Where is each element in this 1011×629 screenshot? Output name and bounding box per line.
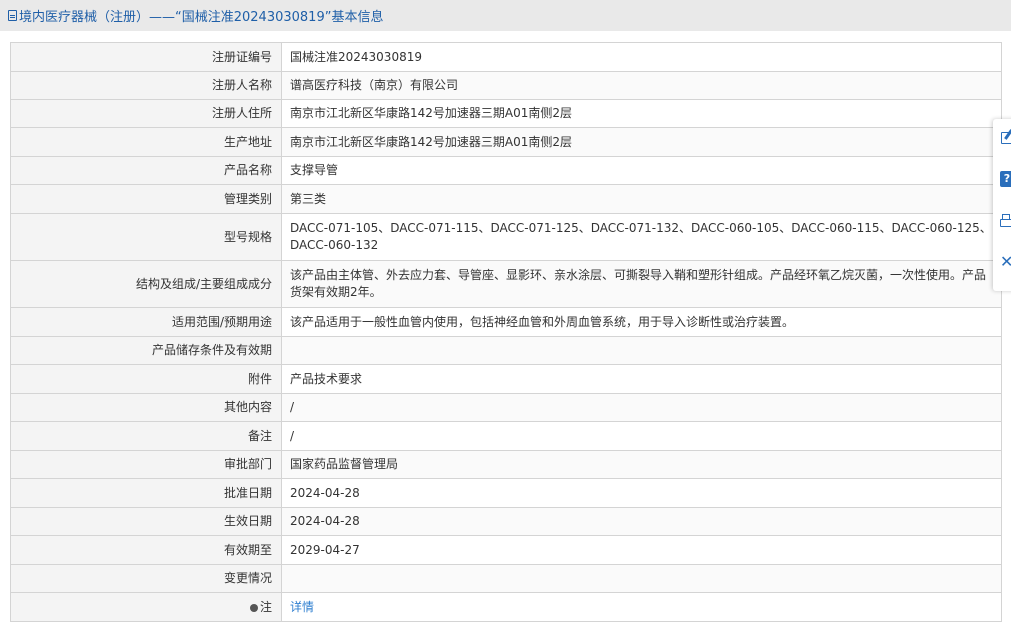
table-row: 生产地址 南京市江北新区华康路142号加速器三期A01南侧2层 xyxy=(10,127,1002,157)
table-row: 备注 / xyxy=(10,421,1002,451)
row-label: 注册证编号 xyxy=(10,42,282,72)
table-row: 生效日期 2024-04-28 xyxy=(10,507,1002,536)
document-icon xyxy=(8,10,17,21)
table-row: 适用范围/预期用途 该产品适用于一般性血管内使用，包括神经血管和外周血管系统，用… xyxy=(10,307,1002,337)
table-row: 注册人名称 谱高医疗科技（南京）有限公司 xyxy=(10,71,1002,100)
row-value xyxy=(281,336,1002,365)
row-value: / xyxy=(281,421,1002,451)
row-value: 该产品由主体管、外去应力套、导管座、显影环、亲水涂层、可撕裂导入鞘和塑形针组成。… xyxy=(281,260,1002,308)
row-value: 支撑导管 xyxy=(281,156,1002,185)
row-value: 国家药品监督管理局 xyxy=(281,450,1002,479)
page-header: 境内医疗器械（注册）——“国械注准20243030819”基本信息 xyxy=(0,0,1011,31)
row-label: 产品名称 xyxy=(10,156,282,185)
table-row: 产品名称 支撑导管 xyxy=(10,156,1002,185)
row-value: 2029-04-27 xyxy=(281,535,1002,565)
row-value: DACC-071-105、DACC-071-115、DACC-071-125、D… xyxy=(281,213,1002,261)
edit-icon[interactable] xyxy=(1000,129,1011,147)
details-link[interactable]: 详情 xyxy=(290,600,314,614)
row-value: 谱高医疗科技（南京）有限公司 xyxy=(281,71,1002,100)
table-row: 管理类别 第三类 xyxy=(10,184,1002,214)
table-row: 变更情况 xyxy=(10,564,1002,593)
table-row: 有效期至 2029-04-27 xyxy=(10,535,1002,565)
row-label: 生产地址 xyxy=(10,127,282,157)
row-label: 有效期至 xyxy=(10,535,282,565)
row-label: 结构及组成/主要组成成分 xyxy=(10,260,282,308)
row-value: 2024-04-28 xyxy=(281,507,1002,536)
row-value: 2024-04-28 xyxy=(281,478,1002,508)
row-label: 注册人住所 xyxy=(10,99,282,128)
row-value: 南京市江北新区华康路142号加速器三期A01南侧2层 xyxy=(281,99,1002,128)
row-label: 其他内容 xyxy=(10,393,282,422)
row-value: 该产品适用于一般性血管内使用，包括神经血管和外周血管系统，用于导入诊断性或治疗装… xyxy=(281,307,1002,337)
note-label-cell: 注 xyxy=(10,592,282,622)
row-label: 批准日期 xyxy=(10,478,282,508)
note-label: 注 xyxy=(259,599,272,614)
note-value-cell: 详情 xyxy=(281,592,1002,622)
print-icon[interactable] xyxy=(1000,212,1011,230)
help-glyph: ? xyxy=(1000,171,1011,187)
table-row: 注册证编号 国械注准20243030819 xyxy=(10,42,1002,72)
info-table: 注册证编号 国械注准20243030819 注册人名称 谱高医疗科技（南京）有限… xyxy=(10,42,1002,622)
table-row: 其他内容 / xyxy=(10,393,1002,422)
row-value: / xyxy=(281,393,1002,422)
row-label: 备注 xyxy=(10,421,282,451)
row-label: 注册人名称 xyxy=(10,71,282,100)
row-value: 南京市江北新区华康路142号加速器三期A01南侧2层 xyxy=(281,127,1002,157)
help-icon[interactable]: ? xyxy=(1000,171,1011,189)
row-label: 生效日期 xyxy=(10,507,282,536)
row-label: 适用范围/预期用途 xyxy=(10,307,282,337)
table-row: 注 详情 xyxy=(10,592,1002,622)
row-value: 第三类 xyxy=(281,184,1002,214)
row-label: 审批部门 xyxy=(10,450,282,479)
page-title: 境内医疗器械（注册）——“国械注准20243030819”基本信息 xyxy=(19,10,384,25)
row-value: 产品技术要求 xyxy=(281,364,1002,394)
note-bullet-icon xyxy=(249,603,258,612)
table-row: 型号规格 DACC-071-105、DACC-071-115、DACC-071-… xyxy=(10,213,1002,261)
row-label: 管理类别 xyxy=(10,184,282,214)
row-label: 附件 xyxy=(10,364,282,394)
table-row: 注册人住所 南京市江北新区华康路142号加速器三期A01南侧2层 xyxy=(10,99,1002,128)
table-row: 产品储存条件及有效期 xyxy=(10,336,1002,365)
side-toolbar: ? ✕ xyxy=(993,119,1011,291)
row-value: 国械注准20243030819 xyxy=(281,42,1002,72)
row-label: 变更情况 xyxy=(10,564,282,593)
table-row: 批准日期 2024-04-28 xyxy=(10,478,1002,508)
row-label: 产品储存条件及有效期 xyxy=(10,336,282,365)
table-row: 结构及组成/主要组成成分 该产品由主体管、外去应力套、导管座、显影环、亲水涂层、… xyxy=(10,260,1002,308)
table-row: 审批部门 国家药品监督管理局 xyxy=(10,450,1002,479)
table-row: 附件 产品技术要求 xyxy=(10,364,1002,394)
row-value xyxy=(281,564,1002,593)
close-icon[interactable]: ✕ xyxy=(1000,253,1011,271)
row-label: 型号规格 xyxy=(10,213,282,261)
